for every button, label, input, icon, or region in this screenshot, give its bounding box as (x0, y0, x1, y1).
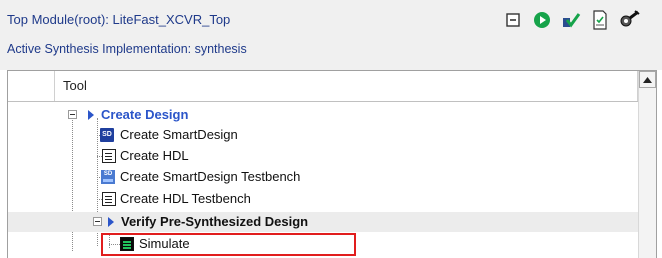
smartdesign-testbench-icon (101, 170, 115, 184)
highlight-box (101, 233, 356, 256)
run-icon[interactable] (530, 8, 554, 32)
tree-item-label: Create SmartDesign (120, 127, 238, 142)
tree-row-create-design[interactable]: Create Design (8, 105, 638, 125)
check-icon[interactable] (559, 8, 583, 32)
group-arrow-icon (88, 110, 94, 120)
report-icon[interactable] (588, 8, 612, 32)
tree-row-create-smartdesign-testbench[interactable]: Create SmartDesign Testbench (8, 167, 638, 187)
top-module-label: Top Module(root): LiteFast_XCVR_Top (7, 12, 231, 27)
tree-row-create-hdl-testbench[interactable]: Create HDL Testbench (8, 189, 638, 209)
table-header: Tool (8, 71, 638, 102)
tool-tree-table: Tool Create Design SD Create SmartDesign… (7, 70, 657, 258)
group-arrow-icon (108, 217, 114, 227)
tree-row-create-smartdesign[interactable]: SD Create SmartDesign (8, 125, 638, 145)
scroll-up-arrow-icon[interactable] (639, 71, 656, 88)
settings-icon[interactable] (617, 8, 641, 32)
tree-item-label: Verify Pre-Synthesized Design (121, 214, 309, 229)
tree-item-label: Create SmartDesign Testbench (120, 169, 301, 184)
hdl-document-icon (102, 192, 116, 206)
tree-item-label: Create HDL Testbench (120, 191, 251, 206)
collapse-toggle-icon[interactable] (93, 217, 102, 226)
hdl-document-icon (102, 149, 116, 163)
tree-item-label: Create Design (101, 107, 189, 122)
collapse-icon[interactable] (501, 8, 525, 32)
active-implementation-label: Active Synthesis Implementation: synthes… (7, 42, 247, 56)
collapse-toggle-icon[interactable] (68, 110, 77, 119)
tree-row-create-hdl[interactable]: Create HDL (8, 146, 638, 166)
vertical-scrollbar[interactable] (638, 71, 656, 258)
column-separator (54, 71, 55, 101)
column-header-tool[interactable]: Tool (63, 78, 87, 93)
tree-row-verify-pre-synthesized-design[interactable]: Verify Pre-Synthesized Design (8, 212, 638, 232)
design-flow-header: Top Module(root): LiteFast_XCVR_Top Acti… (0, 0, 662, 70)
smartdesign-icon: SD (100, 128, 114, 142)
tree-item-label: Create HDL (120, 148, 189, 163)
